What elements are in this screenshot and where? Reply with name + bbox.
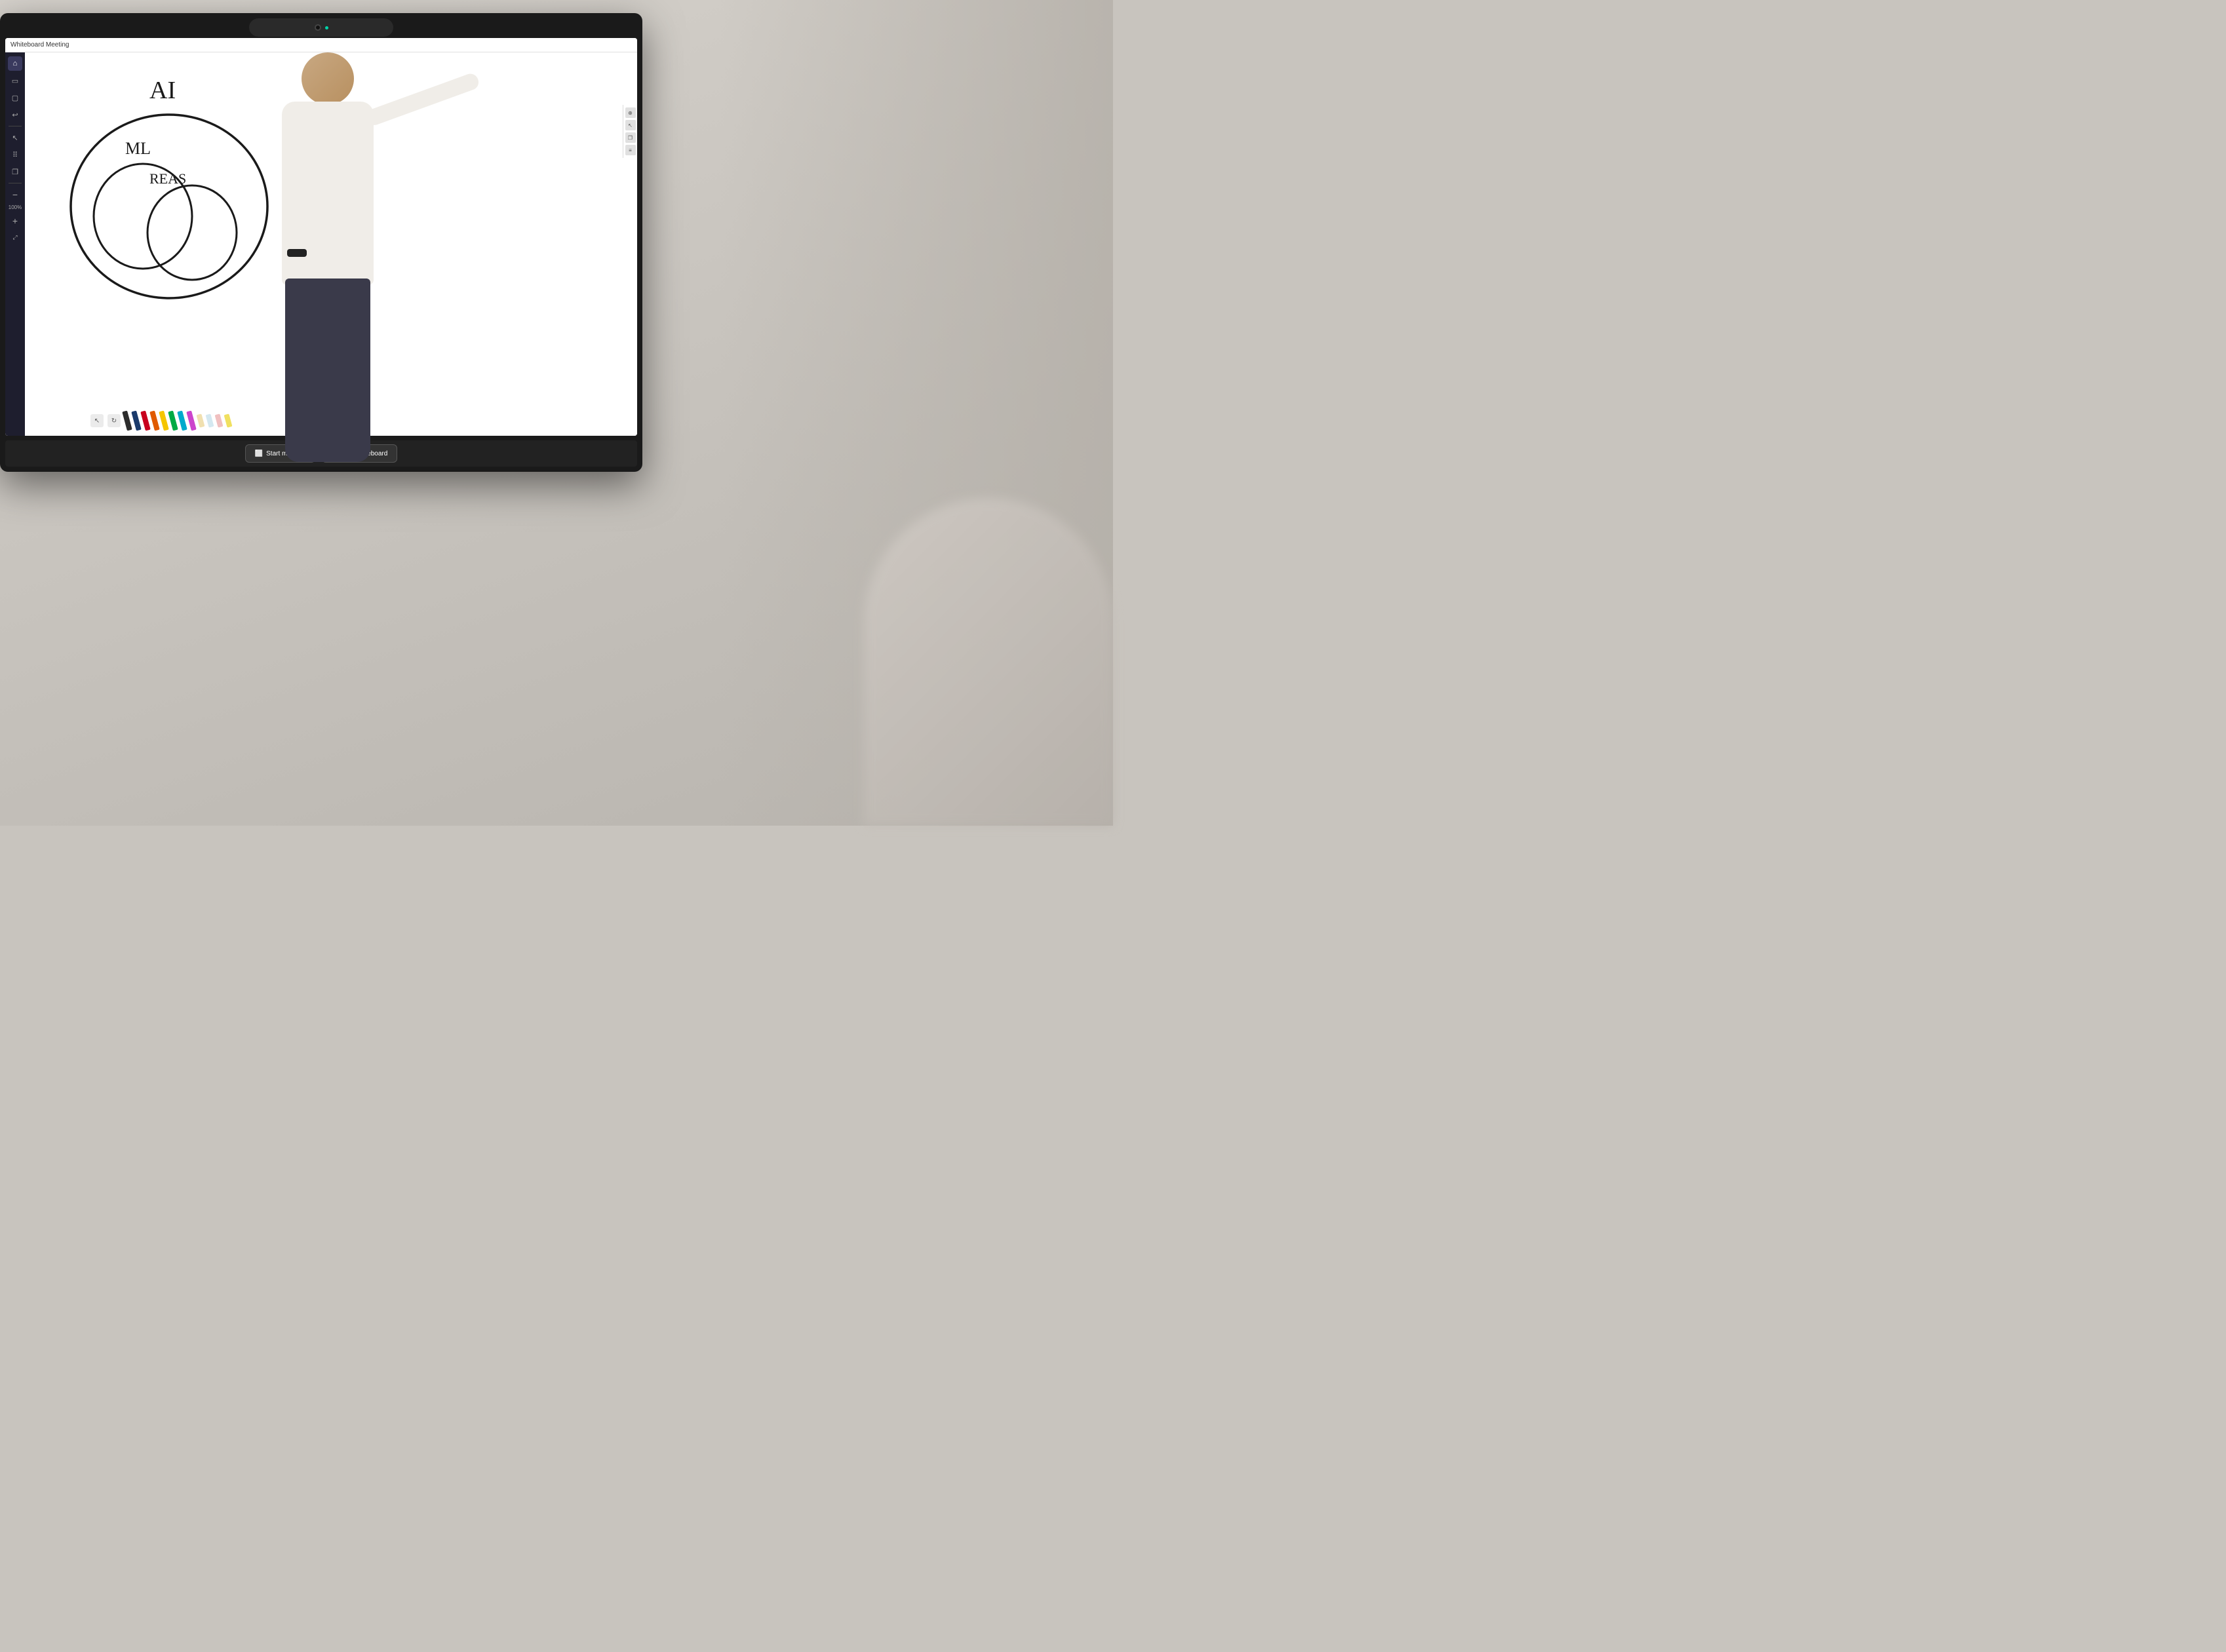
presenter-person [243,52,426,478]
marker-black[interactable] [122,410,132,431]
sidebar-icon-monitor[interactable]: ▢ [8,90,22,105]
sidebar-icon-layers[interactable]: ❐ [8,164,22,179]
marker-cream[interactable] [197,413,205,427]
sidebar-icon-fit[interactable]: ⤢ [8,231,22,245]
sidebar-icon-screen[interactable]: ▭ [8,73,22,88]
person-body [282,102,374,285]
camera-indicator [325,26,328,29]
sidebar-icon-zoom-out[interactable]: − [8,187,22,202]
svg-text:AI: AI [149,77,176,104]
sidebar-icon-cursor[interactable]: ↖ [8,130,22,145]
svg-text:ML: ML [125,139,151,158]
app-title: Whiteboard Meeting [10,41,69,48]
cursor-tool[interactable]: ↖ [90,414,104,427]
sidebar-icon-zoom-in[interactable]: + [8,214,22,228]
marker-pink[interactable] [215,413,224,427]
left-sidebar: ⌂ ▭ ▢ ↩ ↖ ⠿ ❐ − 100% + ⤢ [5,52,25,436]
layers-right-icon[interactable]: ❐ [625,132,636,143]
marker-light-blue[interactable] [206,413,214,427]
sidebar-icon-grid[interactable]: ⠿ [8,147,22,162]
zoom-level: 100% [9,204,22,211]
marker-red[interactable] [140,410,150,431]
rotate-tool[interactable]: ↻ [107,414,121,427]
person-legs [285,279,370,462]
right-toolbar: ⊕ ↖ ❐ ≡ [623,105,637,158]
camera-bar [249,18,393,37]
zoom-right-icon[interactable]: ⊕ [625,107,636,118]
marker-navy[interactable] [131,410,141,431]
marker-orange[interactable] [149,410,159,431]
select-right-icon[interactable]: ↖ [625,120,636,130]
marker-yellow[interactable] [159,410,168,431]
settings-right-icon[interactable]: ≡ [625,145,636,155]
marker-purple[interactable] [186,410,196,431]
marker-green[interactable] [168,410,178,431]
person-head [302,52,354,105]
sidebar-icon-home[interactable]: ⌂ [8,56,22,71]
camera-lens [315,24,321,31]
sidebar-icon-import[interactable]: ↩ [8,107,22,122]
markers-toolbar: ↖ ↻ [90,411,231,431]
marker-lime[interactable] [224,413,233,427]
marker-cyan[interactable] [177,410,187,431]
observer-foreground [864,498,1113,826]
person-wristband [287,249,307,257]
titlebar: Whiteboard Meeting [5,38,637,52]
